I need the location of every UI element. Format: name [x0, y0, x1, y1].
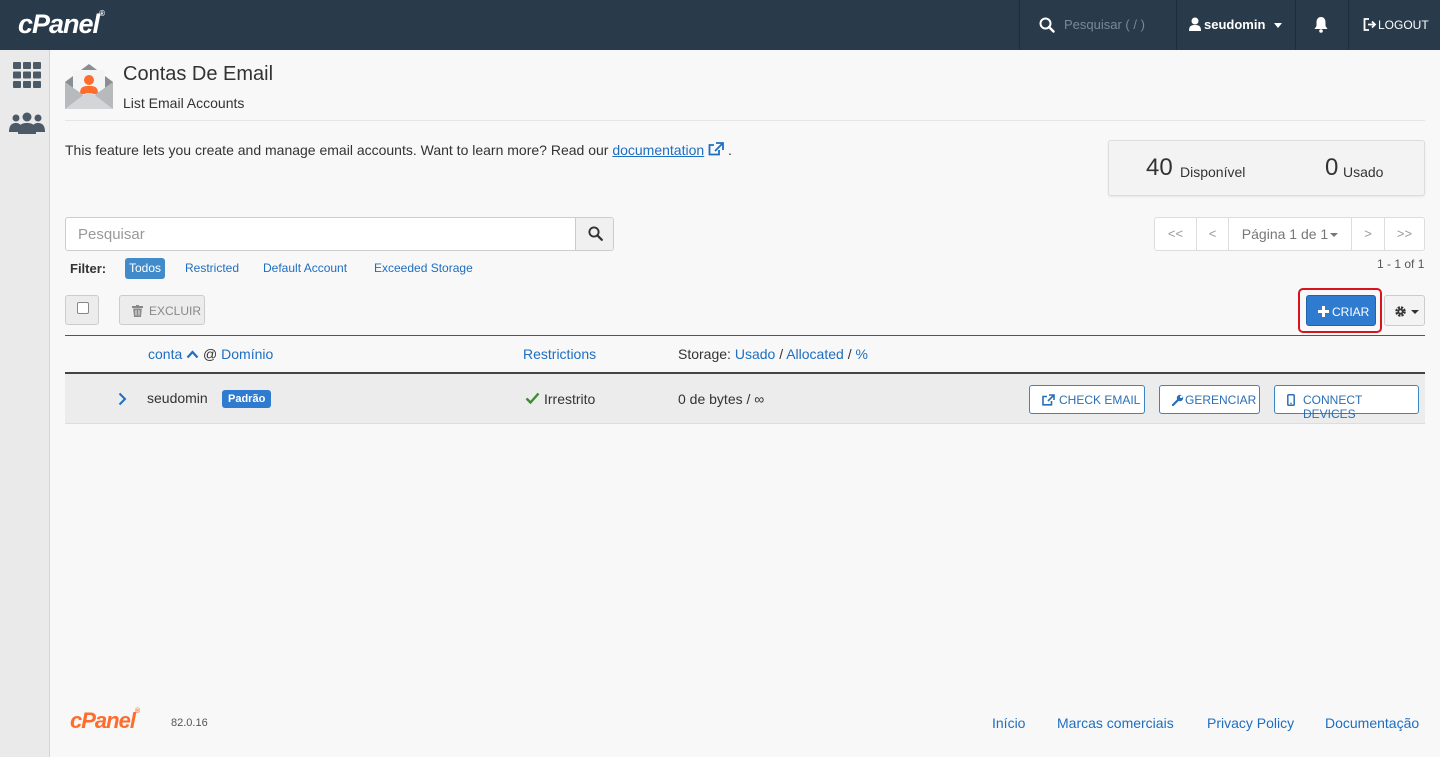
chevron-right-icon[interactable] — [118, 392, 127, 406]
search-icon — [1039, 17, 1055, 33]
footer-link-privacy-policy[interactable]: Privacy Policy — [1207, 715, 1294, 731]
sort-by-percent[interactable]: % — [855, 346, 867, 362]
filter-label: Filter: — [70, 261, 107, 276]
footer-link-documentation[interactable]: Documentação — [1325, 715, 1419, 731]
settings-dropdown[interactable] — [1384, 295, 1425, 326]
chevron-down-icon — [1411, 310, 1419, 314]
select-all-checkbox[interactable] — [65, 295, 99, 325]
default-badge: Padrão — [222, 390, 272, 408]
column-header-account: conta @ Domínio — [148, 346, 274, 362]
filter-exceeded-storage[interactable]: Exceeded Storage — [370, 258, 477, 279]
external-link-icon[interactable] — [708, 142, 724, 156]
feature-description: This feature lets you create and manage … — [65, 142, 732, 158]
check-email-button[interactable]: CHECK EMAIL — [1029, 385, 1145, 414]
footer-link-home[interactable]: Início — [992, 715, 1025, 731]
sidebar — [0, 50, 50, 757]
pagination: << < Página 1 de 1 > >> — [1154, 217, 1425, 251]
apps-grid-icon[interactable] — [13, 62, 41, 88]
account-name: seudomin — [147, 390, 208, 406]
logout-icon — [1363, 18, 1377, 31]
top-search[interactable]: Pesquisar ( / ) — [1020, 0, 1176, 50]
email-accounts-icon — [65, 64, 113, 109]
delete-button[interactable]: EXCLUIR — [119, 295, 205, 325]
available-label: Disponível — [1180, 164, 1246, 180]
username: seudomin — [1204, 17, 1266, 32]
notifications-button[interactable] — [1296, 0, 1348, 50]
logout-button[interactable]: LOGOUT — [1349, 0, 1440, 50]
next-page-button[interactable]: > — [1352, 218, 1385, 250]
results-count: 1 - 1 of 1 — [1377, 257, 1425, 271]
version-number: 82.0.16 — [171, 717, 208, 729]
cpanel-logo[interactable]: cPanel® — [18, 9, 105, 40]
users-icon[interactable] — [9, 112, 45, 134]
manage-button[interactable]: GERENCIAR — [1159, 385, 1260, 414]
account-search — [65, 217, 614, 251]
user-icon — [1189, 17, 1201, 31]
chevron-down-icon — [1274, 23, 1282, 28]
storage-usage: 0 de bytes / ∞ — [678, 391, 765, 407]
filter-default-account[interactable]: Default Account — [259, 258, 351, 279]
used-count: 0 — [1325, 154, 1339, 181]
connect-devices-button[interactable]: CONNECT DEVICES — [1274, 385, 1419, 421]
prev-page-button[interactable]: < — [1197, 218, 1229, 250]
top-search-placeholder: Pesquisar ( / ) — [1064, 17, 1145, 32]
mobile-phone-icon — [1287, 394, 1295, 406]
sort-by-allocated[interactable]: Allocated — [786, 346, 844, 362]
column-header-restrictions: Restrictions — [523, 346, 596, 362]
trash-icon — [132, 305, 143, 317]
sort-by-domain[interactable]: Domínio — [221, 346, 273, 362]
documentation-link[interactable]: documentation — [612, 142, 704, 158]
gear-icon — [1395, 306, 1406, 317]
sort-by-restrictions[interactable]: Restrictions — [523, 346, 596, 362]
page-title: Contas De Email — [123, 63, 274, 85]
divider — [65, 335, 1425, 336]
used-label: Usado — [1343, 164, 1384, 180]
page-select[interactable]: Página 1 de 1 — [1229, 218, 1352, 250]
search-button[interactable] — [575, 218, 613, 250]
external-link-icon — [1042, 394, 1055, 406]
available-count: 40 — [1146, 154, 1173, 181]
divider — [65, 120, 1425, 121]
footer-cpanel-logo[interactable]: cPanel® — [70, 708, 140, 734]
plus-icon — [1318, 306, 1329, 317]
filter-all[interactable]: Todos — [125, 258, 166, 279]
create-button[interactable]: CRIAR — [1306, 295, 1376, 326]
check-icon — [525, 392, 540, 404]
user-menu[interactable]: seudomin — [1177, 0, 1295, 50]
chevron-up-icon[interactable] — [186, 350, 199, 359]
last-page-button[interactable]: >> — [1385, 218, 1424, 250]
chevron-down-icon — [1330, 233, 1339, 238]
first-page-button[interactable]: << — [1155, 218, 1197, 250]
sort-by-used[interactable]: Usado — [735, 346, 775, 362]
column-header-storage: Storage: Usado / Allocated / % — [678, 346, 868, 362]
page-subtitle: List Email Accounts — [123, 95, 245, 111]
search-input[interactable] — [66, 218, 575, 250]
footer-link-trademarks[interactable]: Marcas comerciais — [1057, 715, 1174, 731]
search-icon — [588, 226, 603, 241]
wrench-icon — [1172, 394, 1184, 406]
sort-by-account[interactable]: conta — [148, 346, 182, 362]
bell-icon — [1314, 17, 1328, 33]
top-bar: cPanel® Pesquisar ( / ) seudomin LOGOUT — [0, 0, 1440, 50]
filter-restricted[interactable]: Restricted — [181, 258, 243, 279]
restriction-status: Irrestrito — [544, 391, 596, 407]
